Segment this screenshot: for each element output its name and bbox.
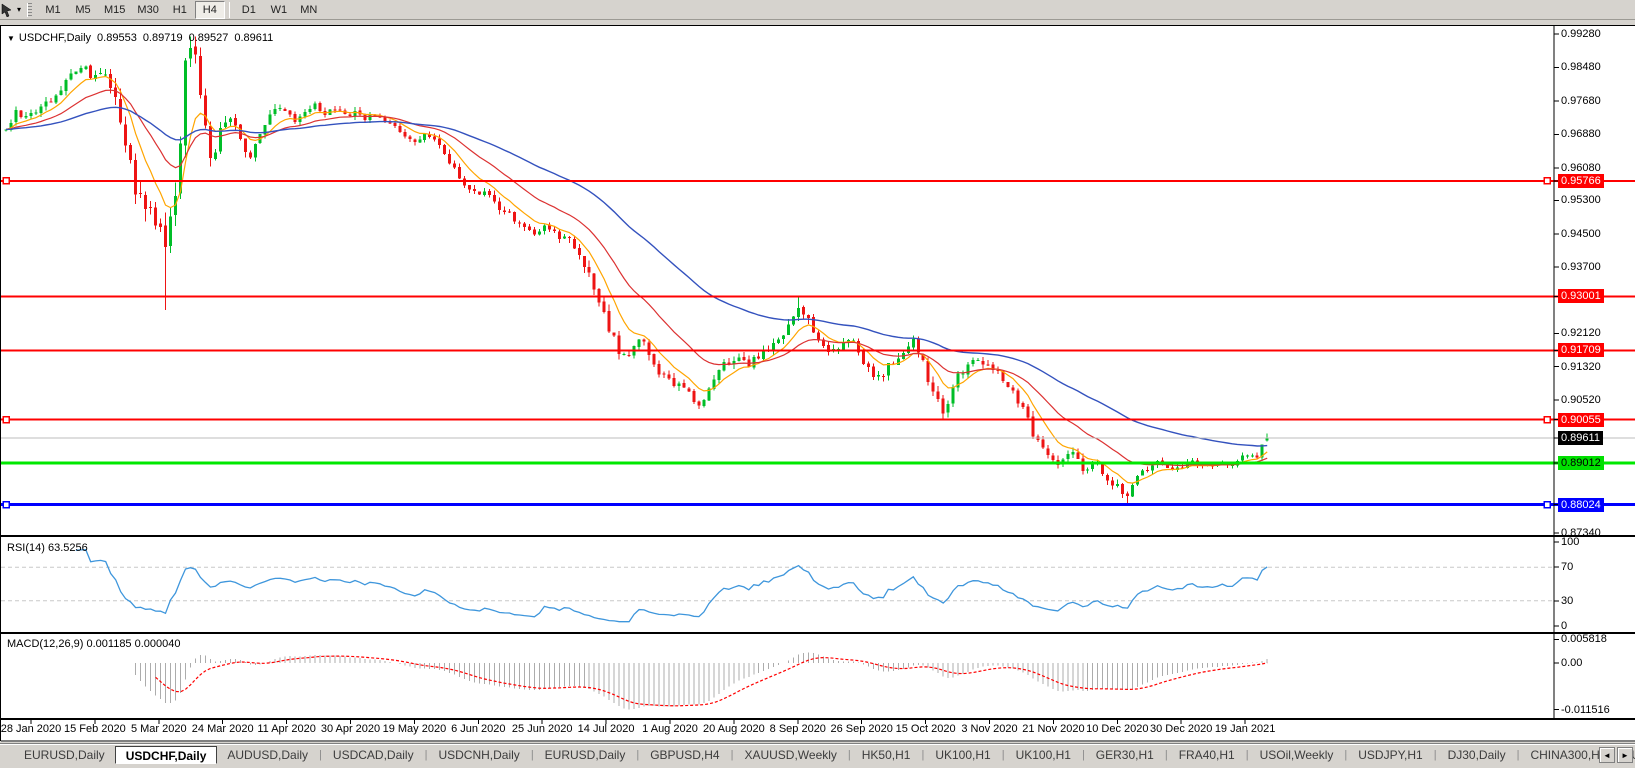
date-axis-label: 11 Apr 2020 (257, 723, 316, 735)
date-axis-label: 15 Oct 2020 (896, 723, 956, 735)
chart-cursor-tool-icon (0, 3, 14, 17)
symbol-tab-usoil[interactable]: USOil,Weekly (1250, 746, 1344, 764)
price-tick-0.98480: 0.98480 (1558, 60, 1604, 74)
price-level-label-0.89611: 0.89611 (1558, 431, 1603, 445)
date-axis-label: 8 Sep 2020 (770, 723, 826, 735)
macd-axis-bottom: -0.011516 (1558, 703, 1613, 717)
date-axis-label: 28 Jan 2020 (1, 723, 62, 735)
date-axis-label: 15 Feb 2020 (64, 723, 126, 735)
symbol-tab-eurusd[interactable]: EURUSD,Daily (14, 746, 115, 764)
toolbar-grip-handle[interactable] (27, 3, 32, 17)
price-tick-0.91320: 0.91320 (1558, 360, 1604, 374)
price-level-label-0.88024: 0.88024 (1558, 498, 1604, 512)
date-axis-label: 30 Apr 2020 (321, 723, 380, 735)
date-axis-label: 5 Mar 2020 (131, 723, 187, 735)
date-axis-label: 3 Nov 2020 (961, 723, 1017, 735)
ohlc-low: 0.89527 (189, 32, 229, 44)
symbol-tab-usdchf[interactable]: USDCHF,Daily (115, 746, 218, 764)
price-tick-0.96880: 0.96880 (1558, 127, 1604, 141)
symbol-period-label: USDCHF,Daily (19, 32, 91, 44)
date-axis-label: 6 Jun 2020 (451, 723, 505, 735)
price-level-label-0.93001: 0.93001 (1558, 289, 1604, 303)
symbol-tab-dj30[interactable]: DJ30,Daily (1438, 746, 1516, 764)
date-axis-label: 10 Dec 2020 (1086, 723, 1148, 735)
timeframe-button-m30[interactable]: M30 (131, 1, 164, 19)
date-axis-label: 19 May 2020 (383, 723, 447, 735)
chart-tool-button[interactable]: ▾ (0, 0, 25, 20)
price-level-label-0.95766: 0.95766 (1558, 174, 1604, 188)
price-tick-0.90520: 0.90520 (1558, 393, 1604, 407)
timeframe-button-w1[interactable]: W1 (264, 1, 294, 19)
toolbar-divider (229, 2, 230, 18)
tab-scroll-right-button[interactable]: ► (1617, 747, 1633, 763)
price-tick-0.95300: 0.95300 (1558, 193, 1604, 207)
symbol-tab-uk100[interactable]: UK100,H1 (925, 746, 1000, 764)
rsi-axis-30: 30 (1558, 594, 1576, 608)
price-level-label-0.91709: 0.91709 (1558, 343, 1604, 357)
symbol-tab-ger30[interactable]: GER30,H1 (1086, 746, 1164, 764)
window-menu-caret-icon[interactable]: ▼ (7, 34, 15, 43)
date-axis-label: 24 Mar 2020 (192, 723, 254, 735)
date-axis-label: 14 Jul 2020 (578, 723, 635, 735)
price-tick-0.94500: 0.94500 (1558, 227, 1604, 241)
symbol-tab-usdcnh[interactable]: USDCNH,Daily (428, 746, 529, 764)
price-tick-0.93700: 0.93700 (1558, 260, 1604, 274)
price-tick-0.92120: 0.92120 (1558, 326, 1604, 340)
timeframe-button-m5[interactable]: M5 (68, 1, 98, 19)
ohlc-high: 0.89719 (143, 32, 183, 44)
price-level-label-0.89012: 0.89012 (1558, 456, 1604, 470)
price-level-label-0.90055: 0.90055 (1558, 413, 1604, 427)
rsi-indicator-label: RSI(14) 63.5256 (7, 542, 88, 554)
chevron-down-icon[interactable]: ▾ (17, 5, 21, 14)
symbol-tab-gbpusd[interactable]: GBPUSD,H4 (640, 746, 729, 764)
macd-value-signal: 0.000040 (135, 638, 181, 650)
rsi-axis-0: 0 (1558, 619, 1570, 633)
timeframe-button-h4[interactable]: H4 (195, 1, 225, 19)
symbol-tab-audusd[interactable]: AUDUSD,Daily (217, 746, 318, 764)
chart-window: ▼ USDCHF,Daily 0.89553 0.89719 0.89527 0.8961… (0, 25, 1635, 741)
rsi-axis-100: 100 (1558, 535, 1582, 549)
symbol-tab-bar: EURUSD,DailyUSDCHF,DailyAUDUSD,Daily|USD… (0, 743, 1635, 765)
macd-value-main: 0.001185 (86, 638, 131, 650)
timeframe-button-h1[interactable]: H1 (165, 1, 195, 19)
symbol-tab-usdcad[interactable]: USDCAD,Daily (323, 746, 424, 764)
date-axis-label: 1 Aug 2020 (642, 723, 698, 735)
date-axis-label: 19 Jan 2021 (1215, 723, 1276, 735)
symbol-tab-uk100[interactable]: UK100,H1 (1006, 746, 1081, 764)
macd-axis-zero: 0.00 (1558, 656, 1585, 670)
symbol-tab-hk50[interactable]: HK50,H1 (852, 746, 921, 764)
timeframe-toolbar: ▾ M1M5M15M30H1H4 D1W1MN (0, 0, 1635, 20)
symbol-tab-eurusd[interactable]: EURUSD,Daily (535, 746, 636, 764)
price-tick-0.96080: 0.96080 (1558, 161, 1604, 175)
chart-title: ▼ USDCHF,Daily 0.89553 0.89719 0.89527 0.8961… (7, 32, 273, 44)
date-axis-label: 25 Jun 2020 (512, 723, 573, 735)
date-axis-label: 20 Aug 2020 (703, 723, 765, 735)
rsi-value: 63.5256 (48, 542, 88, 554)
price-tick-0.97680: 0.97680 (1558, 94, 1604, 108)
chart-plot-area[interactable] (1, 26, 1635, 742)
tab-scroll-left-button[interactable]: ◄ (1599, 747, 1615, 763)
timeframe-button-m15[interactable]: M15 (98, 1, 131, 19)
macd-indicator-label: MACD(12,26,9) 0.001185 0.000040 (7, 638, 181, 650)
ohlc-open: 0.89553 (97, 32, 137, 44)
price-tick-0.99280: 0.99280 (1558, 27, 1604, 41)
symbol-tab-fra40[interactable]: FRA40,H1 (1169, 746, 1245, 764)
ohlc-close: 0.89611 (234, 32, 273, 44)
timeframe-button-m1[interactable]: M1 (38, 1, 68, 19)
rsi-axis-70: 70 (1558, 560, 1576, 574)
macd-axis-top: 0.005818 (1558, 632, 1610, 646)
date-axis-label: 30 Dec 2020 (1150, 723, 1212, 735)
timeframe-button-mn[interactable]: MN (294, 1, 324, 19)
symbol-tab-xauusd[interactable]: XAUUSD,Weekly (734, 746, 846, 764)
date-axis-label: 21 Nov 2020 (1022, 723, 1084, 735)
date-axis-label: 26 Sep 2020 (830, 723, 892, 735)
symbol-tab-usdjpy[interactable]: USDJPY,H1 (1348, 746, 1432, 764)
timeframe-button-d1[interactable]: D1 (234, 1, 264, 19)
